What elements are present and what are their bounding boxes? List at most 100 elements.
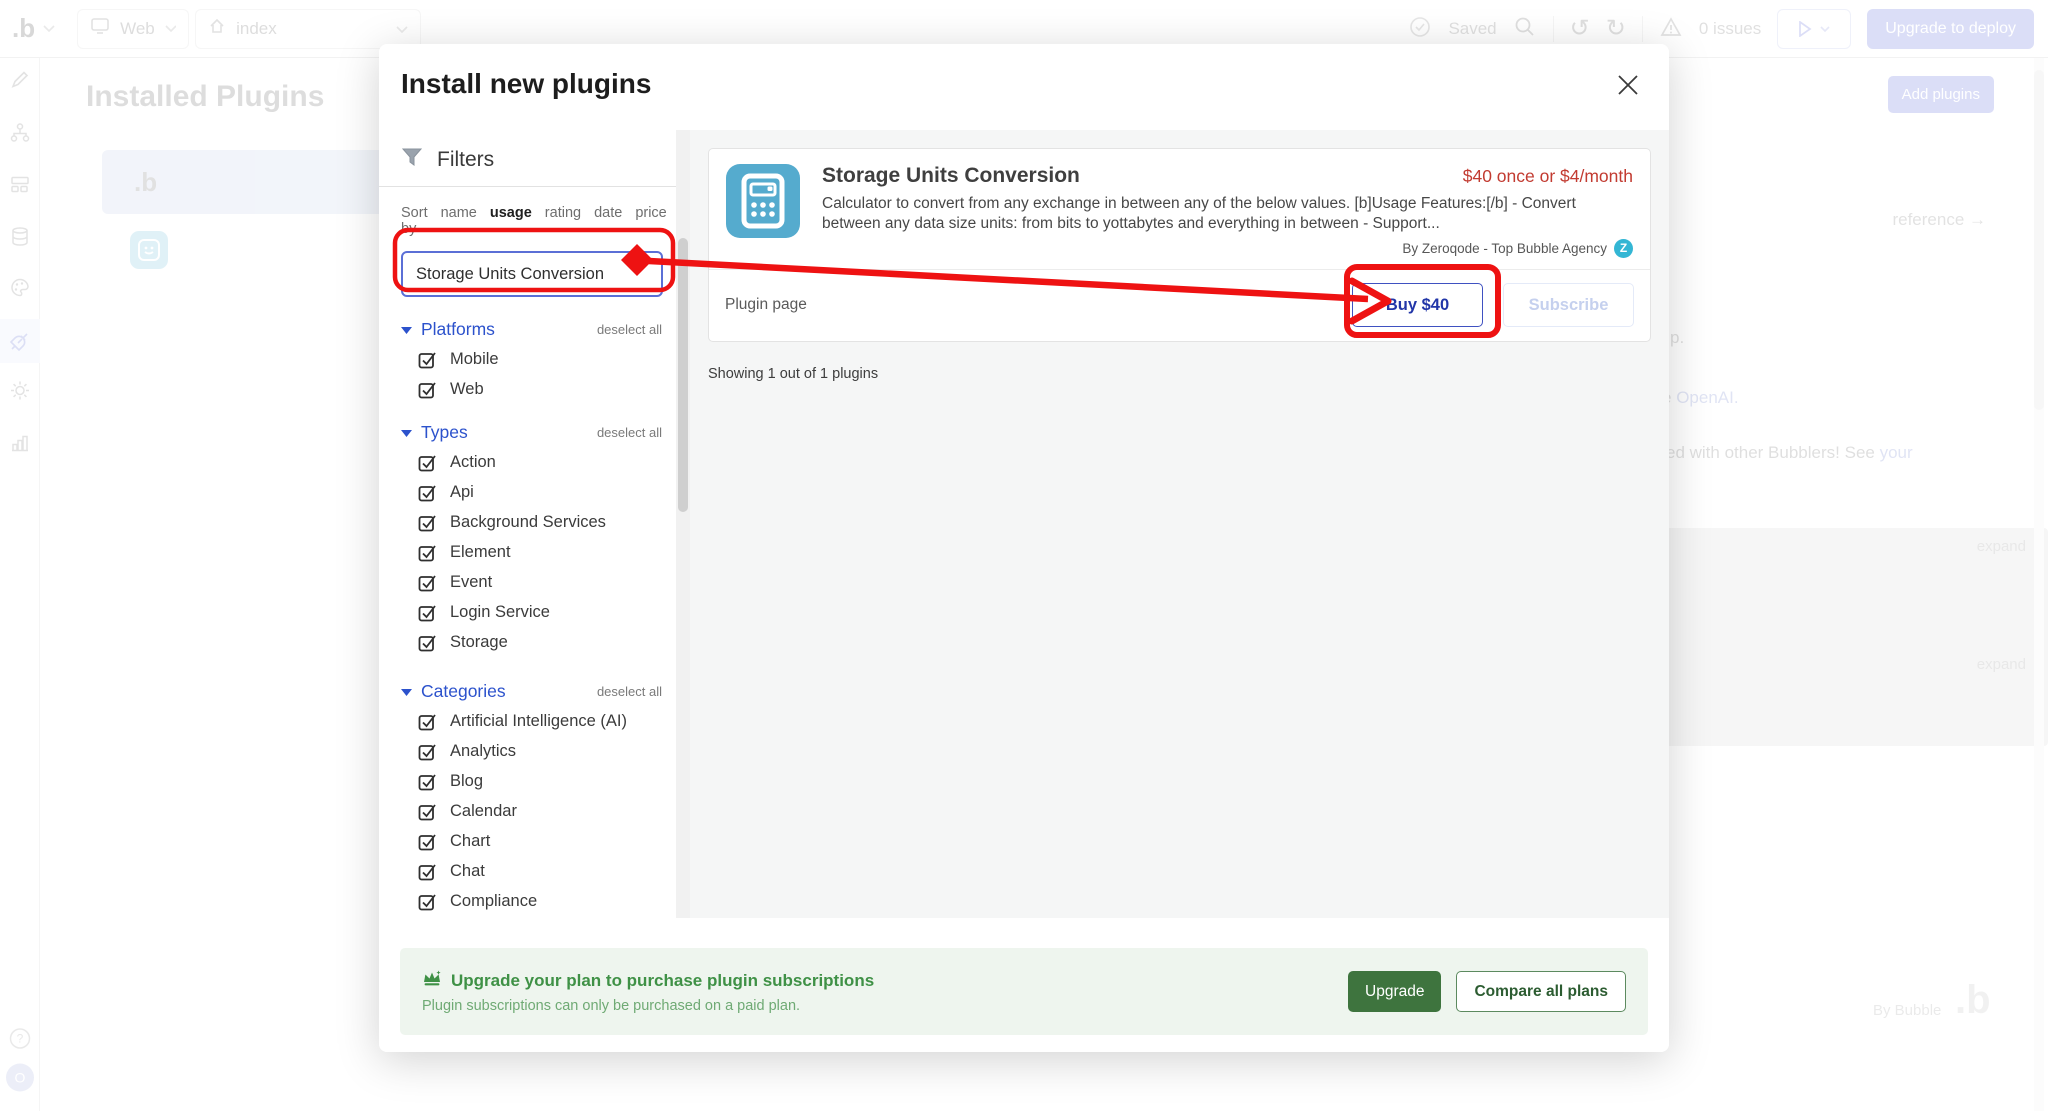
bubble-logo[interactable]: .b [12, 13, 35, 44]
bubble-footer-logo: .b [1955, 978, 1991, 1023]
checkbox-checked-icon [418, 832, 437, 851]
filter-checkbox-web[interactable]: Web [401, 379, 662, 400]
upgrade-button[interactable]: Upgrade [1348, 971, 1441, 1012]
checkbox-checked-icon [418, 453, 437, 472]
filter-checkbox-artificial-intelligence[interactable]: Artificial Intelligence (AI) [401, 711, 662, 732]
sort-option-date[interactable]: date [594, 205, 622, 221]
page-selector[interactable]: index [195, 9, 421, 49]
filter-section-categories: Categories deselect all Artificial Intel… [401, 681, 662, 918]
bubble-plugin-icon: .b [134, 167, 157, 198]
issues-counter[interactable]: 0 issues [1699, 19, 1761, 39]
expand-link[interactable]: expand [1977, 656, 2026, 673]
checkbox-checked-icon [418, 513, 437, 532]
filter-checkbox-blog[interactable]: Blog [401, 771, 662, 792]
platform-selector[interactable]: Web [77, 9, 189, 49]
filter-checkbox-chat[interactable]: Chat [401, 861, 662, 882]
divider [379, 186, 676, 187]
filter-checkbox-login-service[interactable]: Login Service [401, 602, 662, 623]
reference-link[interactable]: reference → [1892, 210, 1986, 230]
divider [1553, 16, 1554, 42]
plugins-icon[interactable] [0, 319, 40, 363]
sort-bar: Sort by name usage rating date price [401, 205, 662, 237]
filters-panel: Filters Sort by name usage rating date p… [379, 130, 676, 918]
add-plugins-button[interactable]: Add plugins [1888, 76, 1994, 113]
redo-icon[interactable]: ↻ [1606, 17, 1626, 41]
filter-section-platforms: Platforms deselect all Mobile Web [401, 319, 662, 400]
filter-checkbox-analytics[interactable]: Analytics [401, 741, 662, 762]
plugin-byline: By Zeroqode - Top Bubble Agency Z [822, 239, 1633, 258]
styles-palette-icon[interactable] [9, 277, 31, 304]
settings-gear-icon[interactable] [9, 380, 31, 407]
bubble-editor: .b Web index [0, 0, 2048, 1111]
sort-option-usage[interactable]: usage [490, 205, 532, 221]
preview-button[interactable] [1777, 9, 1851, 49]
checkbox-checked-icon [418, 380, 437, 399]
section-title[interactable]: Categories [421, 681, 506, 702]
your-link[interactable]: your [1880, 443, 1913, 462]
sort-option-price[interactable]: price [635, 205, 666, 221]
disclosure-triangle-icon[interactable] [401, 428, 412, 438]
filter-checkbox-event[interactable]: Event [401, 572, 662, 593]
banner-title: Upgrade your plan to purchase plugin sub… [451, 971, 874, 991]
monitor-icon [90, 17, 110, 40]
checkbox-checked-icon [418, 483, 437, 502]
close-icon[interactable] [1613, 70, 1643, 100]
components-icon[interactable] [9, 174, 31, 201]
filter-checkbox-compliance[interactable]: Compliance [401, 891, 662, 912]
deselect-all-link[interactable]: deselect all [597, 422, 662, 443]
play-icon [1798, 21, 1812, 37]
plugin-name: Storage Units Conversion [822, 164, 1080, 188]
filters-scrollbar[interactable] [676, 130, 690, 918]
disclosure-triangle-icon[interactable] [401, 687, 412, 697]
sort-option-name[interactable]: name [441, 205, 477, 221]
undo-icon[interactable]: ↺ [1570, 17, 1590, 41]
by-bubble-label: By Bubble [1873, 1002, 1941, 1019]
filter-checkbox-chart[interactable]: Chart [401, 831, 662, 852]
svg-text:?: ? [16, 1032, 23, 1046]
avatar[interactable]: O [6, 1064, 34, 1097]
filters-heading: Filters [401, 146, 662, 174]
upgrade-to-deploy-button[interactable]: Upgrade to deploy [1867, 9, 2034, 49]
plugin-card: Storage Units Conversion $40 once or $4/… [708, 148, 1651, 342]
help-icon[interactable]: ? [8, 1027, 32, 1056]
left-sidebar: ? O [0, 58, 40, 1111]
sort-option-rating[interactable]: rating [545, 205, 581, 221]
page-scrollbar[interactable] [2034, 58, 2044, 1111]
subscribe-button: Subscribe [1503, 283, 1634, 327]
filter-checkbox-calendar[interactable]: Calendar [401, 801, 662, 822]
filter-checkbox-api[interactable]: Api [401, 482, 662, 503]
filter-checkbox-storage[interactable]: Storage [401, 632, 662, 653]
chevron-down-icon [396, 19, 408, 39]
workflow-icon[interactable] [9, 122, 31, 149]
plugin-description: Calculator to convert from any exchange … [822, 194, 1633, 235]
plugin-card-footer: Plugin page Buy $40 Subscribe [709, 269, 1650, 341]
deselect-all-link[interactable]: deselect all [597, 681, 662, 702]
expand-link[interactable]: expand [1977, 538, 2026, 555]
checkbox-checked-icon [418, 892, 437, 911]
plugin-search-input[interactable] [401, 251, 663, 297]
checkbox-checked-icon [418, 543, 437, 562]
openai-link[interactable]: OpenAI. [1676, 388, 1738, 407]
filter-checkbox-mobile[interactable]: Mobile [401, 349, 662, 370]
chevron-down-icon [1820, 26, 1830, 33]
disclosure-triangle-icon[interactable] [401, 325, 412, 335]
section-title[interactable]: Types [421, 422, 468, 443]
svg-text:O: O [14, 1070, 25, 1086]
checkbox-checked-icon [418, 772, 437, 791]
filter-checkbox-element[interactable]: Element [401, 542, 662, 563]
filter-checkbox-action[interactable]: Action [401, 452, 662, 473]
modal-title: Install new plugins [401, 68, 651, 100]
deselect-all-link[interactable]: deselect all [597, 319, 662, 340]
database-icon[interactable] [9, 226, 31, 253]
results-count: Showing 1 out of 1 plugins [708, 366, 1651, 382]
chevron-down-icon [165, 25, 176, 33]
compare-all-plans-button[interactable]: Compare all plans [1456, 971, 1626, 1012]
buy-button[interactable]: Buy $40 [1352, 283, 1483, 327]
search-icon[interactable] [1513, 15, 1537, 44]
logs-chart-icon[interactable] [9, 432, 31, 459]
section-title[interactable]: Platforms [421, 319, 495, 340]
chevron-down-icon[interactable] [43, 20, 55, 38]
design-pencil-icon[interactable] [9, 69, 31, 96]
filter-checkbox-background-services[interactable]: Background Services [401, 512, 662, 533]
plugin-page-link[interactable]: Plugin page [725, 296, 807, 314]
